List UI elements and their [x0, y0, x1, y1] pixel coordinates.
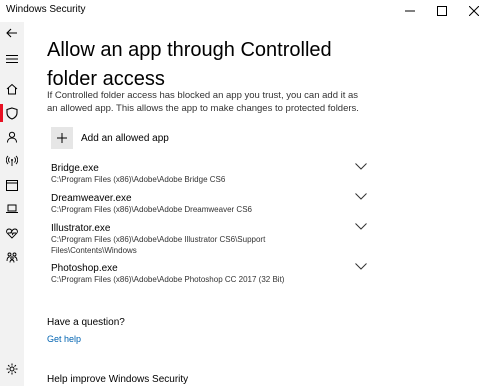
close-button[interactable] — [458, 0, 490, 22]
nav-virus-protection[interactable] — [0, 104, 24, 122]
app-path: C:\Program Files (x86)\Adobe\Adobe Dream… — [51, 205, 252, 214]
allowed-app-item[interactable]: Illustrator.exe C:\Program Files (x86)\A… — [51, 222, 367, 262]
allowed-app-item[interactable]: Bridge.exe C:\Program Files (x86)\Adobe\… — [51, 162, 367, 192]
nav-device-performance[interactable] — [0, 224, 24, 242]
laptop-icon — [6, 204, 18, 213]
family-icon — [6, 252, 18, 263]
add-allowed-app-label: Add an allowed app — [81, 132, 169, 144]
chevron-down-icon[interactable] — [355, 163, 367, 170]
plus-icon — [57, 133, 67, 143]
app-path: C:\Program Files (x86)\Adobe\Adobe Photo… — [51, 275, 285, 284]
wifi-antenna-icon — [6, 155, 18, 166]
page-title: Allow an app through Controlled folder a… — [47, 39, 332, 90]
nav-app-browser-control[interactable] — [0, 176, 24, 194]
minimize-button[interactable] — [394, 0, 426, 22]
question-heading: Have a question? — [47, 317, 125, 328]
home-icon — [6, 83, 18, 95]
page-description: If Controlled folder access has blocked … — [47, 90, 359, 114]
app-name: Bridge.exe — [51, 163, 99, 174]
chevron-down-icon[interactable] — [355, 223, 367, 230]
allowed-app-item[interactable]: Dreamweaver.exe C:\Program Files (x86)\A… — [51, 192, 367, 222]
allowed-apps-list: Bridge.exe C:\Program Files (x86)\Adobe\… — [51, 162, 367, 292]
window-title: Windows Security — [6, 4, 86, 15]
get-help-link[interactable]: Get help — [47, 334, 81, 344]
plus-icon-box — [51, 127, 73, 149]
app-path: C:\Program Files (x86)\Adobe\Adobe Illus… — [51, 235, 266, 255]
app-path: C:\Program Files (x86)\Adobe\Adobe Bridg… — [51, 175, 226, 184]
left-nav-rail — [0, 22, 24, 386]
nav-family-options[interactable] — [0, 248, 24, 266]
app-name: Illustrator.exe — [51, 223, 111, 234]
chevron-down-icon[interactable] — [355, 193, 367, 200]
title-bar: Windows Security — [0, 0, 490, 22]
add-allowed-app-button[interactable]: Add an allowed app — [51, 127, 169, 149]
settings-button[interactable] — [0, 360, 24, 378]
back-button[interactable] — [0, 24, 24, 42]
chevron-down-icon[interactable] — [355, 263, 367, 270]
nav-account-protection[interactable] — [0, 128, 24, 146]
main-content: Allow an app through Controlled folder a… — [24, 22, 490, 386]
menu-button[interactable] — [0, 50, 24, 68]
maximize-button[interactable] — [426, 0, 458, 22]
hamburger-menu-icon — [6, 55, 18, 63]
maximize-icon — [437, 6, 447, 16]
close-icon — [469, 6, 479, 16]
improve-heading: Help improve Windows Security — [47, 374, 189, 385]
app-name: Dreamweaver.exe — [51, 193, 132, 204]
app-name: Photoshop.exe — [51, 263, 118, 274]
gear-icon — [6, 363, 18, 375]
person-icon — [7, 131, 17, 143]
active-indicator — [0, 104, 3, 122]
nav-device-security[interactable] — [0, 200, 24, 218]
shield-icon — [6, 106, 18, 120]
allowed-app-item[interactable]: Photoshop.exe C:\Program Files (x86)\Ado… — [51, 262, 367, 292]
nav-firewall[interactable] — [0, 152, 24, 170]
heart-icon — [6, 228, 18, 239]
app-browser-icon — [6, 179, 18, 191]
minimize-icon — [405, 10, 415, 12]
back-arrow-icon — [6, 28, 17, 38]
nav-home[interactable] — [0, 80, 24, 98]
